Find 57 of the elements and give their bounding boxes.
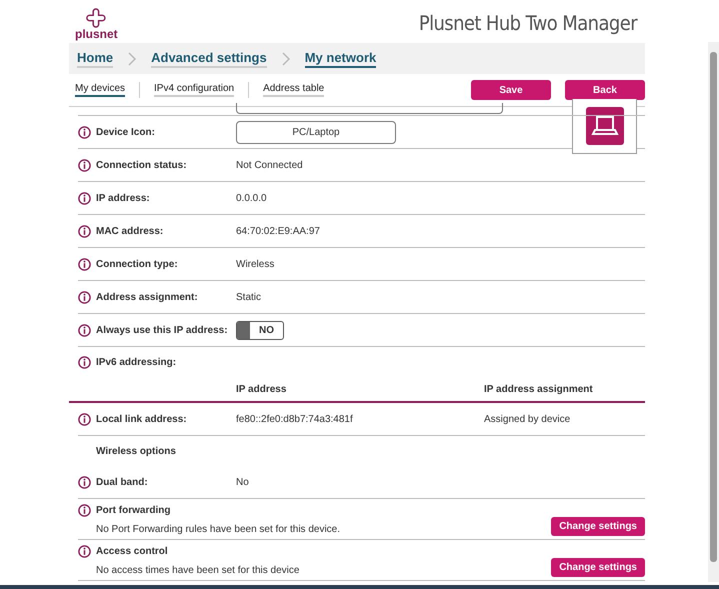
info-text: No access times have been set for this device	[96, 564, 300, 576]
device-icon-field[interactable]: PC/Laptop	[236, 120, 396, 144]
field-label: Connection status:	[96, 160, 188, 170]
field-label: MAC address:	[96, 226, 164, 236]
section-heading: IPv6 addressing:	[96, 356, 178, 368]
logo-icon	[86, 8, 106, 28]
info-icon[interactable]	[78, 126, 91, 138]
info-icon[interactable]	[78, 504, 91, 517]
breadcrumb-link[interactable]: Advanced settings	[151, 50, 267, 68]
field-label: Connection type:	[96, 258, 179, 270]
chevron-icon	[280, 52, 291, 66]
field-value: Wireless	[236, 258, 276, 270]
section-heading: Wireless options	[96, 446, 177, 456]
breadcrumb-link[interactable]: My network	[304, 50, 376, 68]
field-value: No	[236, 476, 250, 488]
info-icon[interactable]	[78, 476, 91, 488]
info-icon[interactable]	[78, 290, 91, 304]
field-label: Dual band:	[96, 476, 149, 488]
input-field[interactable]	[236, 103, 503, 114]
field-value: Assigned by device	[484, 414, 570, 424]
tab[interactable]: IPv4 configuration	[154, 83, 234, 97]
info-icon[interactable]	[78, 224, 91, 238]
chevron-icon	[127, 52, 138, 66]
page-title: Plusnet Hub Two Manager	[418, 11, 637, 37]
change-settings-button[interactable]: Change settings	[551, 558, 645, 577]
field-value: Not Connected	[236, 160, 304, 170]
info-icon[interactable]	[78, 324, 91, 336]
tab[interactable]: My devices	[75, 83, 126, 97]
info-text: No Port Forwarding rules have been set for this device.	[96, 523, 340, 535]
field-label: Address assignment:	[96, 292, 199, 302]
scrollbar[interactable]	[708, 42, 719, 582]
column-header: IP address assignment	[484, 384, 593, 394]
section-heading: Access control	[96, 546, 169, 557]
column-header: IP address	[236, 384, 288, 394]
info-icon[interactable]	[78, 258, 91, 270]
field-label: IP address:	[96, 192, 151, 204]
save-button[interactable]: Save	[471, 80, 551, 100]
laptop-icon	[586, 107, 624, 145]
info-icon[interactable]	[78, 192, 91, 204]
field-value: 0.0.0.0	[236, 192, 268, 204]
field-value: 64:70:02:E9:AA:97	[236, 226, 321, 236]
field-value: fe80::2fe0:d8b7:74a3:481f	[236, 414, 354, 424]
info-icon[interactable]	[78, 356, 91, 368]
field-label: Local link address:	[96, 414, 188, 424]
section-heading: Port forwarding	[96, 505, 172, 516]
logo-text: plusnet	[75, 28, 118, 40]
breadcrumb-link[interactable]: Home	[77, 50, 114, 68]
field-label: Device Icon:	[96, 126, 156, 138]
toggle-switch[interactable]: NO	[236, 320, 284, 340]
info-icon[interactable]	[78, 545, 91, 558]
info-icon[interactable]	[78, 412, 91, 426]
back-button[interactable]: Back	[565, 80, 645, 100]
field-label: Always use this IP address:	[96, 324, 229, 336]
tab[interactable]: Address table	[263, 83, 324, 97]
info-icon[interactable]	[78, 158, 91, 172]
field-value: Static	[236, 292, 262, 302]
change-settings-button[interactable]: Change settings	[551, 517, 645, 536]
